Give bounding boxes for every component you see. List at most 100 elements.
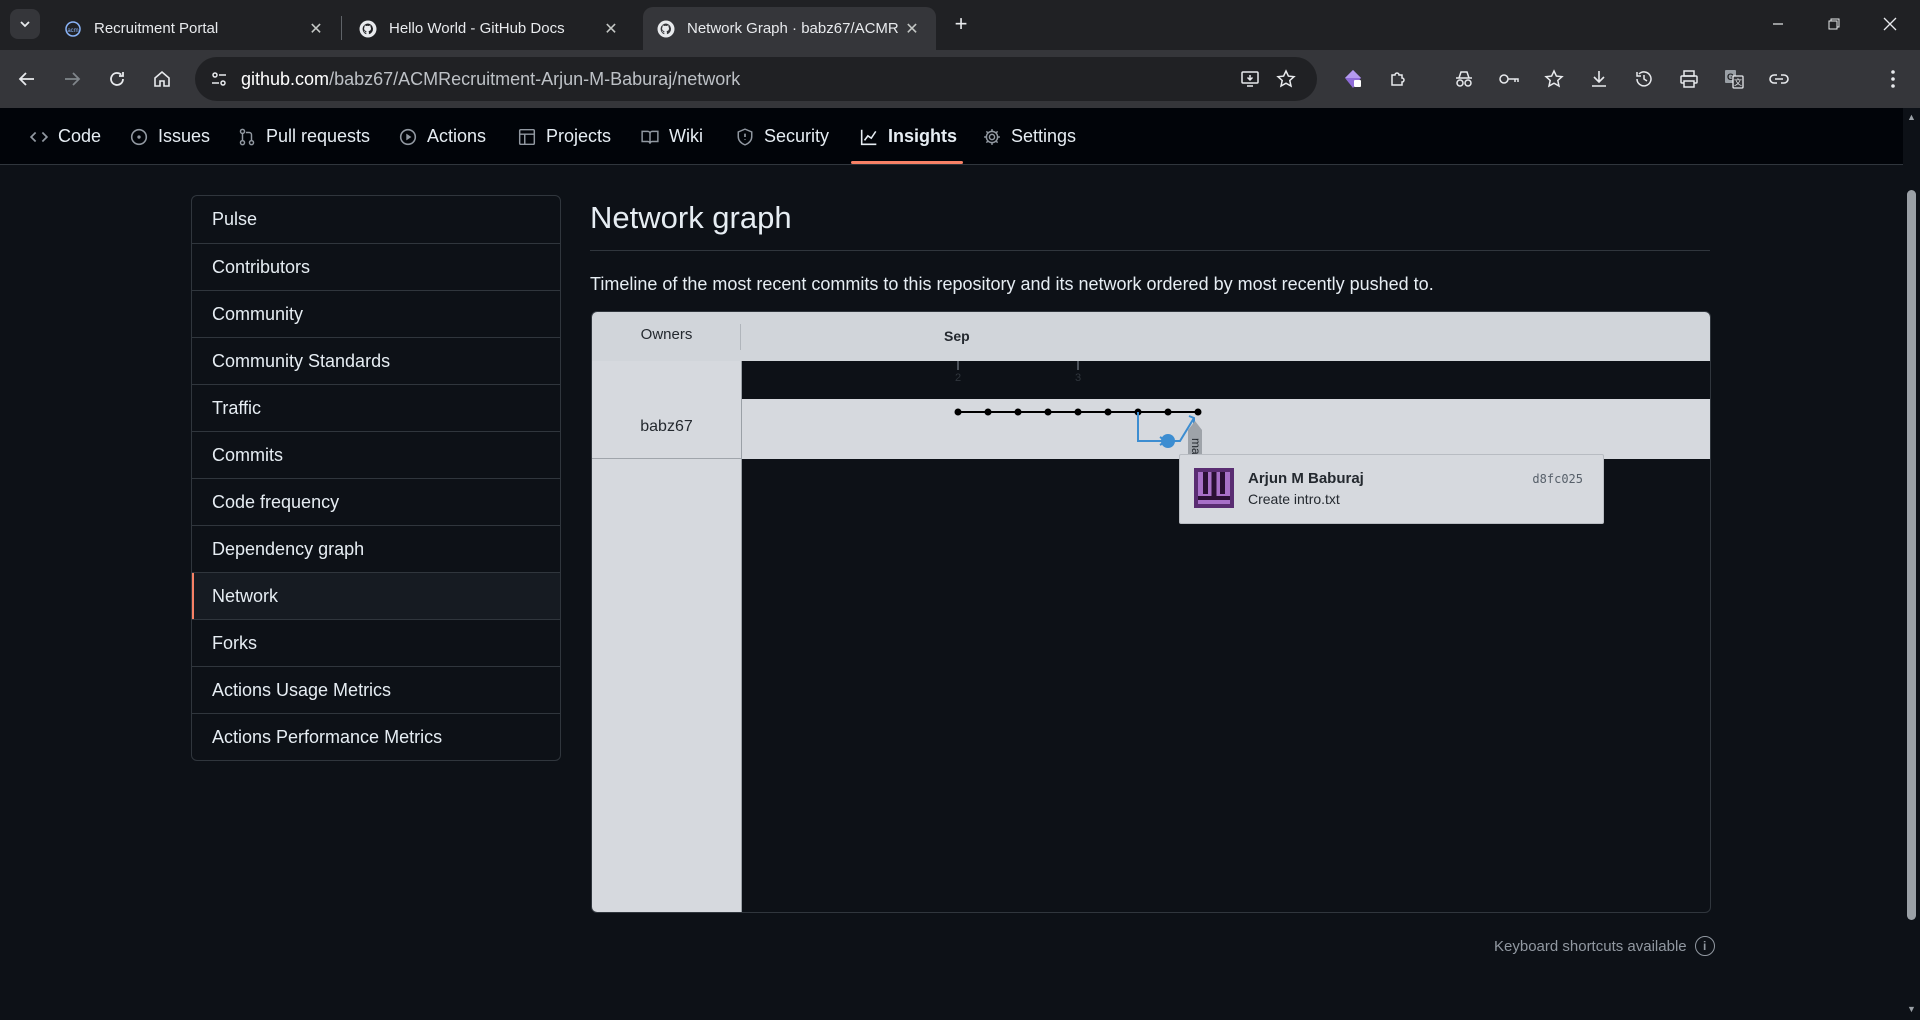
- svg-text:acm: acm: [67, 28, 78, 34]
- sidebar-item-community-standards[interactable]: Community Standards: [192, 337, 560, 384]
- code-icon: [30, 131, 48, 142]
- commit-dot[interactable]: [1164, 408, 1172, 416]
- main-branch-line: [954, 408, 1202, 416]
- sidebar-item-dependency-graph[interactable]: Dependency graph: [192, 525, 560, 572]
- close-icon[interactable]: ✕: [902, 19, 922, 39]
- install-app-icon: [1241, 71, 1259, 87]
- tab-settings[interactable]: Settings: [983, 108, 1076, 165]
- tab-title: Recruitment Portal: [94, 20, 219, 37]
- acm-favicon-icon: acm: [64, 20, 82, 38]
- tab-label: Wiki: [669, 126, 703, 146]
- tab-code[interactable]: Code: [30, 108, 101, 165]
- bookmark-star-button[interactable]: [1272, 65, 1300, 93]
- browser-toolbar: github.com/babz67/ACMRecruitment-Arjun-M…: [0, 50, 1920, 141]
- gear-icon: [984, 128, 1000, 145]
- passwords-button[interactable]: [1493, 63, 1525, 95]
- extension-button[interactable]: [1337, 63, 1369, 95]
- commit-dot[interactable]: [1044, 408, 1052, 416]
- home-icon: [154, 70, 170, 87]
- incognito-button[interactable]: [1448, 63, 1480, 95]
- restore-button[interactable]: [1806, 0, 1862, 48]
- pull-request-icon: [239, 128, 255, 145]
- tab-issues[interactable]: Issues: [130, 108, 210, 165]
- browser-tab-network-graph[interactable]: Network Graph · babz67/ACMR ✕: [643, 7, 936, 50]
- browser-menu-button[interactable]: [1877, 63, 1909, 95]
- sidebar-item-commits[interactable]: Commits: [192, 431, 560, 478]
- commit-dot[interactable]: [954, 408, 962, 416]
- downloads-button[interactable]: [1583, 63, 1615, 95]
- browser-tab-recruitment-portal[interactable]: acm Recruitment Portal ✕: [50, 7, 340, 50]
- tab-label: Insights: [888, 126, 958, 146]
- commit-dot[interactable]: [984, 408, 992, 416]
- address-bar[interactable]: github.com/babz67/ACMRecruitment-Arjun-M…: [195, 57, 1317, 101]
- tab-pull-requests[interactable]: Pull requests: [238, 108, 370, 165]
- tab-wiki[interactable]: Wiki: [641, 108, 703, 165]
- download-icon: [1592, 71, 1606, 87]
- print-button[interactable]: [1673, 63, 1705, 95]
- minimize-button[interactable]: [1750, 0, 1806, 48]
- tab-security[interactable]: Security: [736, 108, 829, 165]
- translate-button[interactable]: G文: [1718, 63, 1750, 95]
- sidebar-item-label: Code frequency: [212, 491, 340, 512]
- book-icon: [641, 130, 659, 144]
- back-button[interactable]: [11, 63, 43, 95]
- tab-insights[interactable]: Insights: [860, 108, 957, 165]
- tab-label: Pull requests: [266, 126, 371, 146]
- install-app-button[interactable]: [1236, 65, 1264, 93]
- sidebar-item-forks[interactable]: Forks: [192, 619, 560, 666]
- svg-text:文: 文: [1734, 77, 1742, 87]
- translate-icon: G文: [1725, 70, 1744, 89]
- reload-button[interactable]: [101, 63, 133, 95]
- history-button[interactable]: [1628, 63, 1660, 95]
- forward-button[interactable]: [56, 63, 88, 95]
- scrollbar-thumb[interactable]: [1907, 190, 1916, 920]
- site-info-button[interactable]: [203, 63, 235, 95]
- sidebar-item-pulse[interactable]: Pulse: [192, 196, 560, 243]
- tab-projects[interactable]: Projects: [518, 108, 611, 165]
- sidebar-item-community[interactable]: Community: [192, 290, 560, 337]
- url-text[interactable]: github.com/babz67/ACMRecruitment-Arjun-M…: [241, 69, 740, 90]
- sidebar-item-contributors[interactable]: Contributors: [192, 243, 560, 290]
- insights-sidebar: Pulse Contributors Community Community S…: [191, 195, 561, 761]
- commit-dot[interactable]: [1014, 408, 1022, 416]
- link-icon: [1769, 74, 1789, 84]
- branch-commit-dot[interactable]: [1161, 434, 1175, 448]
- sidebar-item-traffic[interactable]: Traffic: [192, 384, 560, 431]
- reload-icon: [110, 72, 124, 86]
- tab-actions[interactable]: Actions: [399, 108, 486, 165]
- copy-link-button[interactable]: [1763, 63, 1795, 95]
- sidebar-item-code-frequency[interactable]: Code frequency: [192, 478, 560, 525]
- commit-dot[interactable]: [1104, 408, 1112, 416]
- commit-dot[interactable]: [1194, 408, 1202, 416]
- incognito-icon: [1456, 71, 1472, 87]
- commit-graph-canvas[interactable]: 23 ma: [592, 312, 1711, 913]
- commit-dot[interactable]: [1074, 408, 1082, 416]
- play-icon: [399, 128, 417, 145]
- sidebar-item-label: Dependency graph: [212, 538, 365, 559]
- close-icon[interactable]: ✕: [306, 19, 326, 39]
- keyboard-shortcuts-hint[interactable]: Keyboard shortcuts available i: [1494, 936, 1715, 956]
- sidebar-item-actions-usage-metrics[interactable]: Actions Usage Metrics: [192, 666, 560, 713]
- branch-label-tag[interactable]: ma: [1188, 421, 1203, 458]
- close-window-button[interactable]: [1862, 0, 1918, 48]
- info-icon[interactable]: i: [1694, 936, 1715, 956]
- keyboard-shortcuts-text: Keyboard shortcuts available: [1494, 937, 1687, 955]
- scroll-up-arrow-icon[interactable]: ▲: [1905, 112, 1918, 124]
- print-icon: [1680, 70, 1698, 88]
- sidebar-item-label: Community: [212, 303, 304, 324]
- sidebar-item-actions-performance-metrics[interactable]: Actions Performance Metrics: [192, 713, 560, 760]
- home-button[interactable]: [146, 63, 178, 95]
- extensions-button[interactable]: [1382, 63, 1414, 95]
- chevron-down-icon: [20, 21, 30, 28]
- day-ticks: 23: [955, 361, 1081, 384]
- bookmarks-button[interactable]: [1538, 63, 1570, 95]
- browser-tab-github-docs[interactable]: Hello World - GitHub Docs ✕: [345, 7, 635, 50]
- tab-search-dropdown[interactable]: [10, 9, 40, 39]
- network-graph[interactable]: Owners Sep babz67 23 ma: [591, 311, 1711, 913]
- new-tab-button[interactable]: +: [949, 11, 973, 36]
- sidebar-item-network[interactable]: Network: [192, 572, 560, 619]
- commit-sha[interactable]: d8fc025: [1532, 472, 1583, 486]
- day-label: 3: [1075, 372, 1081, 384]
- close-icon[interactable]: ✕: [601, 19, 621, 39]
- scroll-down-arrow-icon[interactable]: ▼: [1905, 1004, 1918, 1016]
